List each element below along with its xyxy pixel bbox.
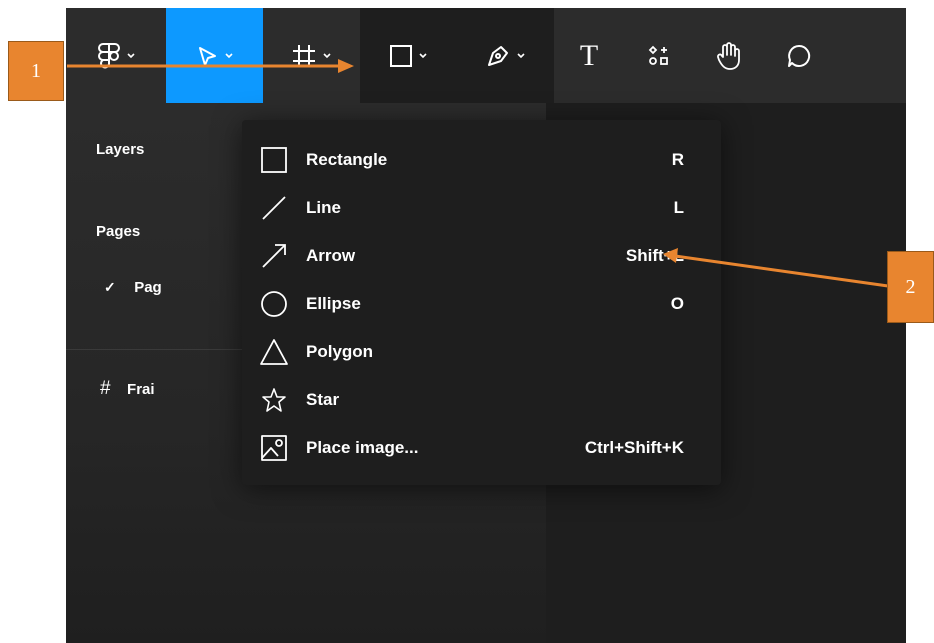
layers-tab[interactable]: Layers <box>96 141 144 158</box>
star-icon <box>258 384 290 416</box>
menu-item-label: Star <box>306 390 340 409</box>
hand-tool-button[interactable] <box>694 8 764 103</box>
menu-item-shortcut: Shift+L <box>625 246 684 265</box>
chevron-down-icon <box>323 52 331 58</box>
menu-item-place-image[interactable]: Place image... Ctrl+Shift+K <box>258 428 708 468</box>
shape-tools-menu: Rectangle R Line L Arrow Shift+L Ellipse… <box>242 120 721 485</box>
comment-icon <box>788 44 811 67</box>
main-menu-button[interactable] <box>66 8 166 103</box>
menu-item-polygon[interactable]: Polygon <box>258 332 708 372</box>
resources-button[interactable] <box>624 8 694 103</box>
menu-item-ellipse[interactable]: Ellipse O <box>258 284 708 324</box>
layer-list-item[interactable]: # Frai <box>100 378 155 400</box>
menu-item-label: Arrow <box>306 246 356 265</box>
page-item-label: Pag <box>134 279 162 296</box>
pages-header: Pages <box>96 223 141 240</box>
move-tool-button[interactable] <box>166 8 263 103</box>
chevron-down-icon <box>419 52 427 58</box>
callout-1: 1 <box>8 41 64 101</box>
menu-item-star[interactable]: Star <box>258 380 708 420</box>
checkmark-icon: ✓ <box>104 279 116 295</box>
chevron-down-icon <box>517 52 525 58</box>
chevron-down-icon <box>126 52 135 58</box>
menu-item-arrow[interactable]: Arrow Shift+L <box>258 236 708 276</box>
menu-item-shortcut: Ctrl+Shift+K <box>584 438 684 457</box>
resources-icon <box>648 45 668 65</box>
page-list-item[interactable]: ✓ Pag <box>104 279 162 297</box>
shape-tool-button[interactable] <box>360 8 457 103</box>
ellipse-icon <box>258 288 290 320</box>
menu-item-rectangle[interactable]: Rectangle R <box>258 140 708 180</box>
image-icon <box>258 432 290 464</box>
toolbar: T <box>66 8 906 103</box>
menu-item-label: Rectangle <box>306 150 388 169</box>
cursor-arrow-icon <box>199 46 216 66</box>
chevron-down-icon <box>225 52 233 58</box>
menu-item-label: Polygon <box>306 342 374 361</box>
rectangle-icon <box>258 144 290 176</box>
line-icon <box>258 192 290 224</box>
pen-tool-button[interactable] <box>457 8 554 103</box>
frame-icon: # <box>100 378 111 399</box>
menu-item-shortcut: R <box>671 150 684 169</box>
figma-window: T Layers Pages ✓ Pag # Frai Rectangle R … <box>66 8 906 643</box>
frame-icon <box>293 44 315 67</box>
callout-2: 2 <box>887 251 934 323</box>
menu-item-label: Line <box>306 198 341 217</box>
pen-icon <box>488 45 508 66</box>
text-icon: T <box>579 38 599 72</box>
comment-tool-button[interactable] <box>764 8 834 103</box>
figma-logo-icon <box>97 42 120 68</box>
menu-item-label: Ellipse <box>306 294 361 313</box>
menu-item-shortcut: O <box>670 294 684 313</box>
arrow-icon <box>258 240 290 272</box>
menu-item-label: Place image... <box>306 438 419 457</box>
polygon-icon <box>258 336 290 368</box>
menu-item-shortcut: L <box>673 198 684 217</box>
hand-icon <box>717 41 740 70</box>
text-tool-button[interactable]: T <box>554 8 624 103</box>
frame-tool-button[interactable] <box>263 8 360 103</box>
menu-item-line[interactable]: Line L <box>258 188 708 228</box>
rectangle-icon <box>390 44 412 67</box>
layer-item-label: Frai <box>127 381 155 398</box>
